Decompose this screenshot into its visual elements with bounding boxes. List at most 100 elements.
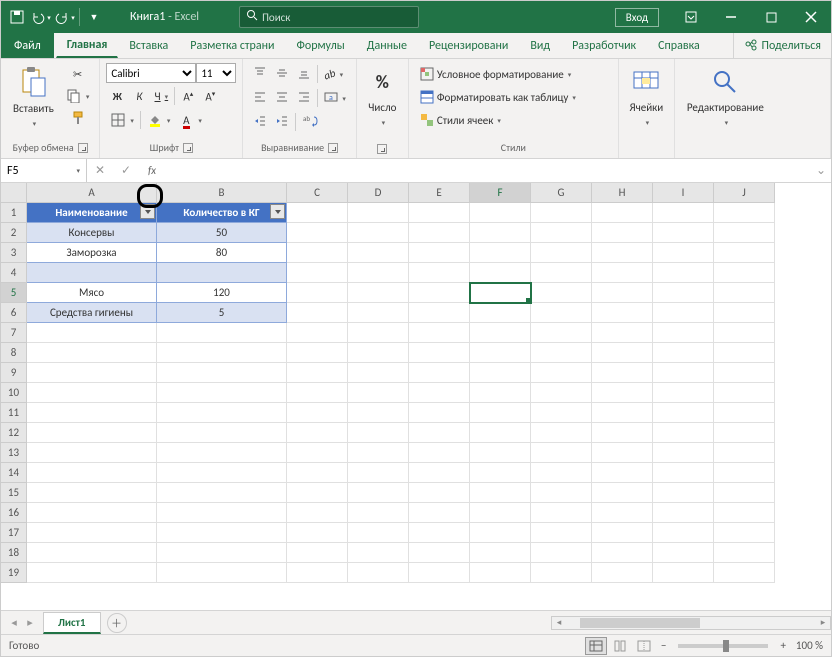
column-header-B[interactable]: B [157, 183, 287, 203]
tab-help[interactable]: Справка [647, 33, 711, 58]
cell-C12[interactable] [287, 423, 348, 443]
tab-view[interactable]: Вид [519, 33, 561, 58]
row-header-15[interactable]: 15 [1, 483, 27, 503]
cell-B13[interactable] [157, 443, 287, 463]
cell-D3[interactable] [348, 243, 409, 263]
cell-F6[interactable] [470, 303, 531, 323]
select-all-corner[interactable] [1, 183, 27, 203]
cell-D7[interactable] [348, 323, 409, 343]
cell-G9[interactable] [531, 363, 592, 383]
cell-G11[interactable] [531, 403, 592, 423]
cell-B15[interactable] [157, 483, 287, 503]
cell-D17[interactable] [348, 523, 409, 543]
format-as-table-button[interactable]: Форматировать как таблицу▾ [415, 86, 612, 108]
font-launcher[interactable] [183, 143, 193, 153]
cell-C6[interactable] [287, 303, 348, 323]
cell-H10[interactable] [592, 383, 653, 403]
row-header-12[interactable]: 12 [1, 423, 27, 443]
cell-I18[interactable] [653, 543, 714, 563]
cell-C3[interactable] [287, 243, 348, 263]
cell-J11[interactable] [714, 403, 775, 423]
align-top-button[interactable] [249, 63, 271, 85]
cell-J1[interactable] [714, 203, 775, 223]
cell-F11[interactable] [470, 403, 531, 423]
cell-I5[interactable] [653, 283, 714, 303]
cell-G10[interactable] [531, 383, 592, 403]
cell-J9[interactable] [714, 363, 775, 383]
tab-insert[interactable]: Вставка [118, 33, 179, 58]
cell-B7[interactable] [157, 323, 287, 343]
cell-J12[interactable] [714, 423, 775, 443]
cell-H16[interactable] [592, 503, 653, 523]
cell-I15[interactable] [653, 483, 714, 503]
cell-C18[interactable] [287, 543, 348, 563]
cell-H8[interactable] [592, 343, 653, 363]
cell-D14[interactable] [348, 463, 409, 483]
cell-J16[interactable] [714, 503, 775, 523]
share-button[interactable]: Поделиться [733, 33, 831, 58]
redo-button[interactable]: ▾ [53, 5, 77, 29]
cell-E15[interactable] [409, 483, 470, 503]
cell-H1[interactable] [592, 203, 653, 223]
cell-H6[interactable] [592, 303, 653, 323]
horizontal-scrollbar[interactable]: ◂▸ [551, 616, 831, 630]
tab-developer[interactable]: Разработчик [561, 33, 647, 58]
underline-button[interactable]: Ч▾ [150, 85, 172, 107]
bold-button[interactable]: Ж [106, 85, 128, 107]
cell-C19[interactable] [287, 563, 348, 583]
cell-D6[interactable] [348, 303, 409, 323]
column-header-G[interactable]: G [531, 183, 592, 203]
cell-G6[interactable] [531, 303, 592, 323]
row-header-8[interactable]: 8 [1, 343, 27, 363]
formula-input[interactable] [165, 164, 811, 178]
cell-E9[interactable] [409, 363, 470, 383]
wrap-text-button[interactable]: ab [298, 111, 322, 133]
cell-B12[interactable] [157, 423, 287, 443]
align-middle-button[interactable] [271, 63, 293, 85]
column-header-E[interactable]: E [409, 183, 470, 203]
row-header-18[interactable]: 18 [1, 543, 27, 563]
cell-D12[interactable] [348, 423, 409, 443]
cell-C9[interactable] [287, 363, 348, 383]
cell-C15[interactable] [287, 483, 348, 503]
row-header-17[interactable]: 17 [1, 523, 27, 543]
cell-G15[interactable] [531, 483, 592, 503]
row-header-19[interactable]: 19 [1, 563, 27, 583]
cell-J15[interactable] [714, 483, 775, 503]
cell-G19[interactable] [531, 563, 592, 583]
copy-button[interactable]: ▾ [62, 85, 94, 107]
align-left-button[interactable] [249, 87, 271, 109]
cell-E7[interactable] [409, 323, 470, 343]
cell-E17[interactable] [409, 523, 470, 543]
cell-F12[interactable] [470, 423, 531, 443]
cell-H3[interactable] [592, 243, 653, 263]
cell-D5[interactable] [348, 283, 409, 303]
cell-A12[interactable] [27, 423, 157, 443]
cell-B11[interactable] [157, 403, 287, 423]
cell-A17[interactable] [27, 523, 157, 543]
font-color-button[interactable]: A▾ [174, 109, 206, 131]
cell-C7[interactable] [287, 323, 348, 343]
grid[interactable]: ABCDEFGHIJ1НаименованиеКоличество в КГ2К… [1, 183, 775, 610]
zoom-out-button[interactable]: − [657, 639, 670, 652]
cell-I8[interactable] [653, 343, 714, 363]
italic-button[interactable]: К [128, 85, 150, 107]
cell-G14[interactable] [531, 463, 592, 483]
cell-H15[interactable] [592, 483, 653, 503]
cell-E12[interactable] [409, 423, 470, 443]
row-header-7[interactable]: 7 [1, 323, 27, 343]
new-sheet-button[interactable]: ＋ [107, 613, 127, 633]
cell-A18[interactable] [27, 543, 157, 563]
cell-G8[interactable] [531, 343, 592, 363]
tab-review[interactable]: Рецензировани [418, 33, 519, 58]
cell-F14[interactable] [470, 463, 531, 483]
cell-B18[interactable] [157, 543, 287, 563]
font-size-select[interactable]: 11 [196, 63, 236, 83]
cell-I16[interactable] [653, 503, 714, 523]
ribbon-options-button[interactable] [671, 1, 711, 33]
cell-H4[interactable] [592, 263, 653, 283]
sign-in-button[interactable]: Вход [615, 8, 659, 27]
cell-I7[interactable] [653, 323, 714, 343]
column-header-J[interactable]: J [714, 183, 775, 203]
cell-C10[interactable] [287, 383, 348, 403]
